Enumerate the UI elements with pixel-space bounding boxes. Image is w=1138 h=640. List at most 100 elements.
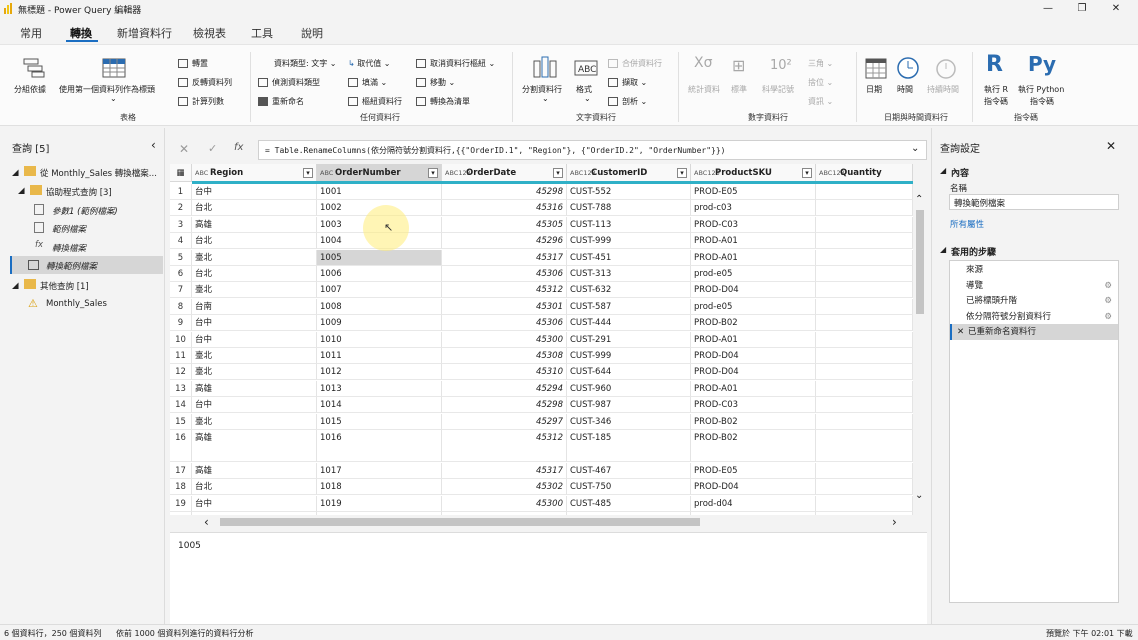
information-button[interactable]: 資訊 ⌄	[808, 96, 833, 107]
table-cell[interactable]: 臺北	[192, 413, 317, 430]
table-cell[interactable]: 45308	[442, 348, 567, 364]
close-icon[interactable]: ✕	[1106, 139, 1116, 153]
table-cell[interactable]: 45296	[442, 233, 567, 250]
table-cell[interactable]: 1014	[317, 397, 442, 414]
table-cell[interactable]: PROD-C03	[691, 397, 816, 414]
table-cell[interactable]: 45297	[442, 413, 567, 430]
table-cell[interactable]	[816, 184, 913, 200]
table-cell[interactable]: CUST-485	[567, 495, 691, 512]
convert-to-list-button[interactable]: 轉換為清單	[416, 96, 470, 107]
table-cell[interactable]: CUST-999	[567, 348, 691, 364]
table-row[interactable]: 5 臺北 1005 45317 CUST-451 PROD-A01	[170, 249, 913, 266]
table-cell[interactable]: 1012	[317, 364, 442, 381]
run-python-script-button[interactable]: 執行 Python	[1018, 84, 1064, 95]
table-row[interactable]: 1 台中 1001 45298 CUST-552 PROD-E05	[170, 184, 913, 200]
gear-icon[interactable]: ⚙	[1104, 309, 1112, 325]
table-cell[interactable]: PROD-A01	[691, 233, 816, 250]
filter-dropdown-icon[interactable]: ▾	[802, 168, 812, 178]
table-cell[interactable]	[816, 200, 913, 217]
table-cell[interactable]: 1001	[317, 184, 442, 200]
unpivot-button[interactable]: 取消資料行樞紐 ⌄	[416, 58, 495, 69]
table-cell[interactable]: 45312	[442, 430, 567, 462]
scroll-right-icon[interactable]: ›	[892, 515, 897, 529]
count-rows-button[interactable]: 計算列數	[178, 96, 224, 107]
column-header[interactable]: ABC Region ▾	[192, 164, 317, 182]
tab-home[interactable]: 常用	[20, 25, 42, 41]
extract-button[interactable]: 擷取 ⌄	[608, 77, 647, 88]
table-cell[interactable]: 臺北	[192, 348, 317, 364]
table-cell[interactable]	[816, 233, 913, 250]
tab-transform[interactable]: 轉換	[70, 25, 92, 41]
fill-button[interactable]: 填滿 ⌄	[348, 77, 387, 88]
table-row[interactable]: 7 臺北 1007 45312 CUST-632 PROD-D04	[170, 282, 913, 299]
collapse-triangle-icon[interactable]: ◢	[940, 245, 946, 254]
status-profiling-scope[interactable]: 依前 1000 個資料列進行的資料行分析	[116, 628, 253, 639]
table-cell[interactable]: 1019	[317, 495, 442, 512]
table-cell[interactable]: CUST-644	[567, 364, 691, 381]
table-cell[interactable]: PROD-B02	[691, 430, 816, 462]
table-cell[interactable]: CUST-313	[567, 266, 691, 282]
filter-dropdown-icon[interactable]: ▾	[553, 168, 563, 178]
data-type-dropdown[interactable]: 資料類型: 文字 ⌄	[274, 58, 337, 69]
table-cell[interactable]: CUST-632	[567, 282, 691, 299]
horizontal-scrollbar[interactable]: ‹ ›	[192, 515, 913, 529]
table-cell[interactable]: 1007	[317, 282, 442, 299]
expand-triangle-icon[interactable]: ◢	[12, 168, 19, 178]
table-row[interactable]: 19 台中 1019 45300 CUST-485 prod-d04	[170, 495, 913, 512]
table-cell[interactable]: 高雄	[192, 430, 317, 462]
merge-columns-button[interactable]: 合併資料行	[608, 58, 662, 69]
table-cell[interactable]: prod-e05	[691, 298, 816, 315]
table-cell[interactable]: 1009	[317, 315, 442, 332]
table-cell[interactable]	[816, 315, 913, 332]
column-header[interactable]: ABC123 OrderDate ▾	[442, 164, 567, 182]
table-cell[interactable]: 45305	[442, 216, 567, 233]
table-row[interactable]: 3 高雄 1003 45305 CUST-113 PROD-C03	[170, 216, 913, 233]
table-cell[interactable]	[816, 380, 913, 397]
detect-data-type-button[interactable]: 偵測資料類型	[258, 77, 320, 88]
column-header[interactable]: ABC OrderNumber ▾	[317, 164, 442, 182]
table-cell[interactable]: prod-e05	[691, 266, 816, 282]
table-row[interactable]: 10 台中 1010 45300 CUST-291 PROD-A01	[170, 331, 913, 348]
table-cell[interactable]: 45298	[442, 184, 567, 200]
applied-step[interactable]: 依分隔符號分割資料行 ⚙	[950, 309, 1118, 325]
group-by-button[interactable]: 分組依據	[14, 84, 46, 95]
table-row[interactable]: 13 高雄 1013 45294 CUST-960 PROD-A01	[170, 380, 913, 397]
table-cell[interactable]: CUST-960	[567, 380, 691, 397]
table-cell[interactable]: 45298	[442, 397, 567, 414]
table-cell[interactable]: PROD-D04	[691, 479, 816, 496]
table-cell[interactable]: 臺北	[192, 282, 317, 299]
table-cell[interactable]	[816, 430, 913, 462]
move-button[interactable]: 移動 ⌄	[416, 77, 455, 88]
table-cell[interactable]	[816, 397, 913, 414]
table-cell[interactable]: CUST-185	[567, 430, 691, 462]
table-cell[interactable]: 1013	[317, 380, 442, 397]
table-cell[interactable]: CUST-113	[567, 216, 691, 233]
table-cell[interactable]: CUST-467	[567, 463, 691, 479]
table-row[interactable]: 9 台中 1009 45306 CUST-444 PROD-B02	[170, 315, 913, 332]
table-cell[interactable]: CUST-451	[567, 249, 691, 266]
table-cell[interactable]: 45316	[442, 200, 567, 217]
query-folder-helper[interactable]: 協助程式查詢 [3]	[46, 186, 112, 198]
table-row[interactable]: 8 台南 1008 45301 CUST-587 prod-e05	[170, 298, 913, 315]
table-cell[interactable]: prod-c03	[691, 200, 816, 217]
parse-button[interactable]: 剖析 ⌄	[608, 96, 647, 107]
table-cell[interactable]: 台中	[192, 184, 317, 200]
expand-triangle-icon[interactable]: ◢	[12, 281, 19, 291]
table-cell[interactable]: 1010	[317, 331, 442, 348]
table-row[interactable]: 11 臺北 1011 45308 CUST-999 PROD-D04	[170, 348, 913, 364]
table-cell[interactable]	[816, 348, 913, 364]
table-cell[interactable]	[816, 282, 913, 299]
column-header[interactable]: ABC123 CustomerID ▾	[567, 164, 691, 182]
rounding-button[interactable]: 捨位 ⌄	[808, 77, 833, 88]
table-cell[interactable]: PROD-A01	[691, 331, 816, 348]
table-cell[interactable]: 1005	[317, 249, 442, 266]
table-cell[interactable]: CUST-750	[567, 479, 691, 496]
table-row[interactable]: 17 高雄 1017 45317 CUST-467 PROD-E05	[170, 463, 913, 479]
table-cell[interactable]: PROD-D04	[691, 348, 816, 364]
table-cell[interactable]: 1017	[317, 463, 442, 479]
scroll-thumb[interactable]	[916, 210, 924, 314]
table-cell[interactable]: CUST-444	[567, 315, 691, 332]
table-row[interactable]: 18 台北 1018 45302 CUST-750 PROD-D04	[170, 479, 913, 496]
standard-button[interactable]: 標準	[731, 84, 747, 95]
tab-add-column[interactable]: 新增資料行	[117, 25, 172, 41]
